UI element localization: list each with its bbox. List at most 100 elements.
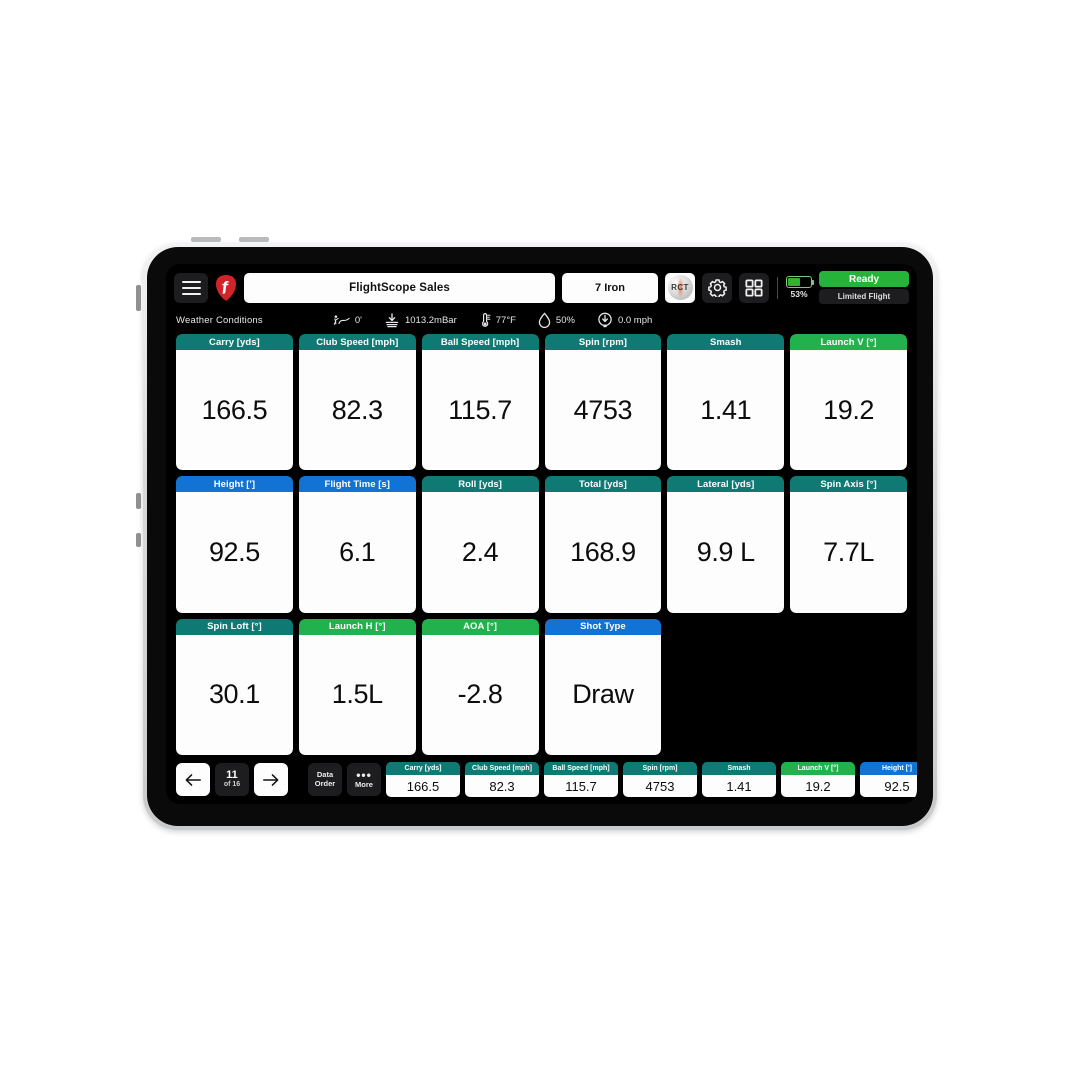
shot-counter[interactable]: 11 of 16 — [215, 763, 249, 796]
metric-tile-value: 82.3 — [298, 350, 416, 471]
weather-elevation: 0' — [333, 314, 362, 327]
weather-temperature: 77°F — [479, 312, 516, 328]
strip-tile[interactable]: Height ['] 92.5 — [860, 762, 917, 797]
metric-tile-label: Roll [yds] — [421, 476, 539, 493]
metric-tile[interactable]: Height ['] 92.5 — [176, 476, 293, 613]
metric-tile-label: Smash — [667, 334, 785, 350]
strip-tile-value: 19.2 — [781, 775, 855, 797]
metric-tile[interactable]: Spin Loft [°] 30.1 — [176, 618, 293, 755]
metric-tile-value: 168.9 — [544, 492, 662, 613]
device-status[interactable]: Ready Limited Flight — [819, 271, 909, 304]
strip-tile-label: Height ['] — [860, 762, 917, 775]
metric-tile[interactable]: Smash 1.41 — [667, 334, 785, 471]
club-selector[interactable]: 7 Iron — [562, 272, 658, 303]
weather-pressure: 1013.2mBar — [384, 312, 457, 328]
weather-bar: Weather Conditions 0' 1013.2mBar 77°F 50… — [166, 308, 917, 334]
metric-tile[interactable]: Ball Speed [mph] 115.7 — [421, 334, 539, 471]
metric-tile-value: 1.41 — [667, 350, 785, 471]
metric-tile-label: Club Speed [mph] — [298, 334, 416, 350]
shot-summary-strip[interactable]: Carry [yds] 166.5 Club Speed [mph] 82.3 Ball… — [386, 762, 917, 797]
shot-number: 11 — [226, 768, 238, 781]
humidity-icon — [538, 312, 551, 328]
pressure-icon — [385, 312, 399, 327]
weather-elevation-value: 0' — [354, 314, 362, 326]
session-title-text: FlightScope Sales — [349, 281, 450, 294]
previous-shot-button[interactable] — [176, 763, 210, 796]
strip-tile[interactable]: Launch V [°] 19.2 — [781, 762, 855, 797]
metric-tile-value: 166.5 — [176, 350, 293, 471]
strip-tile-value: 92.5 — [860, 775, 917, 797]
more-dots-icon: ••• — [356, 767, 372, 782]
volume-up-button[interactable] — [191, 237, 221, 242]
rct-ball-button[interactable]: RCT — [665, 272, 695, 303]
metric-tile-label: Spin Loft [°] — [176, 618, 293, 635]
tablet-bezel: FlightScope Sales 7 Iron RCT 53% Ready L… — [147, 247, 933, 826]
strip-tile-label: Launch V [°] — [781, 762, 855, 775]
rct-label: RCT — [671, 283, 689, 292]
strip-tile-label: Club Speed [mph] — [465, 762, 539, 775]
battery-indicator: 53% — [786, 276, 815, 299]
wind-icon — [598, 312, 612, 328]
metric-tile[interactable]: Total [yds] 168.9 — [544, 476, 662, 613]
elevation-icon — [333, 314, 350, 325]
metric-tile-label: Flight Time [s] — [298, 476, 416, 493]
strip-tile[interactable]: Ball Speed [mph] 115.7 — [544, 762, 618, 797]
metric-tile[interactable]: Launch H [°] 1.5L — [298, 618, 416, 755]
data-order-button[interactable]: Data Order — [308, 763, 342, 796]
weather-pressure-value: 1013.2mBar — [404, 314, 457, 326]
bottom-bar: 11 of 16 Data Order ••• More Carry [yds]… — [166, 755, 917, 804]
metric-tile[interactable]: Carry [yds] 166.5 — [176, 334, 293, 471]
strip-tile-label: Spin [rpm] — [623, 762, 697, 775]
metric-tile[interactable]: Lateral [yds] 9.9 L — [667, 476, 785, 613]
weather-wind: 0.0 mph — [597, 312, 652, 328]
metric-tile-value: 6.1 — [298, 492, 416, 613]
menu-icon[interactable] — [174, 272, 208, 303]
metric-tile-value: 19.2 — [790, 350, 907, 471]
strip-tile[interactable]: Spin [rpm] 4753 — [623, 762, 697, 797]
more-button[interactable]: ••• More — [347, 763, 381, 796]
settings-button[interactable] — [702, 272, 732, 303]
metric-tile-label: Height ['] — [176, 476, 293, 493]
metric-tile-label: Spin Axis [°] — [790, 476, 907, 493]
metric-tile-value: 1.5L — [298, 634, 416, 755]
metrics-grid: Carry [yds] 166.5 Club Speed [mph] 82.3 Ball… — [166, 334, 917, 755]
layout-grid-button[interactable] — [739, 272, 769, 303]
metric-tile[interactable]: Roll [yds] 2.4 — [421, 476, 539, 613]
metric-tile-value: Draw — [544, 634, 662, 755]
metric-tile[interactable]: Flight Time [s] 6.1 — [298, 476, 416, 613]
weather-wind-value: 0.0 mph — [617, 314, 653, 326]
metric-tile-value: 30.1 — [176, 634, 293, 755]
page-root: FlightScope Sales 7 Iron RCT 53% Ready L… — [0, 0, 1080, 1080]
metric-tile-label: Launch H [°] — [298, 618, 416, 635]
flightscope-logo — [215, 274, 237, 302]
metric-tile-label: Lateral [yds] — [667, 476, 785, 493]
thermometer-icon — [481, 313, 491, 327]
arrow-right-icon — [263, 773, 279, 786]
next-shot-button[interactable] — [254, 763, 288, 796]
battery-percent: 53% — [790, 289, 808, 299]
metric-tile[interactable]: AOA [°] -2.8 — [421, 618, 539, 755]
metric-tile-label: Total [yds] — [544, 476, 662, 493]
metric-tile[interactable]: Shot Type Draw — [544, 618, 662, 755]
strip-tile[interactable]: Carry [yds] 166.5 — [386, 762, 460, 797]
strip-tile-label: Ball Speed [mph] — [544, 762, 618, 775]
app-screen: FlightScope Sales 7 Iron RCT 53% Ready L… — [166, 264, 917, 804]
strip-tile-value: 1.41 — [702, 775, 776, 797]
volume-down-button[interactable] — [239, 237, 269, 242]
gear-icon — [707, 279, 727, 297]
metric-tile[interactable]: Launch V [°] 19.2 — [790, 334, 907, 471]
power-button[interactable] — [136, 285, 141, 311]
strip-tile[interactable]: Club Speed [mph] 82.3 — [465, 762, 539, 797]
metric-tile[interactable]: Club Speed [mph] 82.3 — [298, 334, 416, 471]
side-button-3[interactable] — [136, 533, 141, 547]
side-button-2[interactable] — [136, 493, 141, 509]
metric-tile[interactable]: Spin Axis [°] 7.7L — [790, 476, 907, 613]
metric-tile-value: 2.4 — [421, 492, 539, 613]
tablet-device: FlightScope Sales 7 Iron RCT 53% Ready L… — [136, 237, 937, 830]
strip-tile-value: 82.3 — [465, 775, 539, 797]
strip-tile[interactable]: Smash 1.41 — [702, 762, 776, 797]
strip-tile-label: Smash — [702, 762, 776, 775]
session-title-field[interactable]: FlightScope Sales — [244, 272, 555, 303]
metric-tile[interactable]: Spin [rpm] 4753 — [544, 334, 662, 471]
weather-conditions-label: Weather Conditions — [176, 314, 263, 326]
